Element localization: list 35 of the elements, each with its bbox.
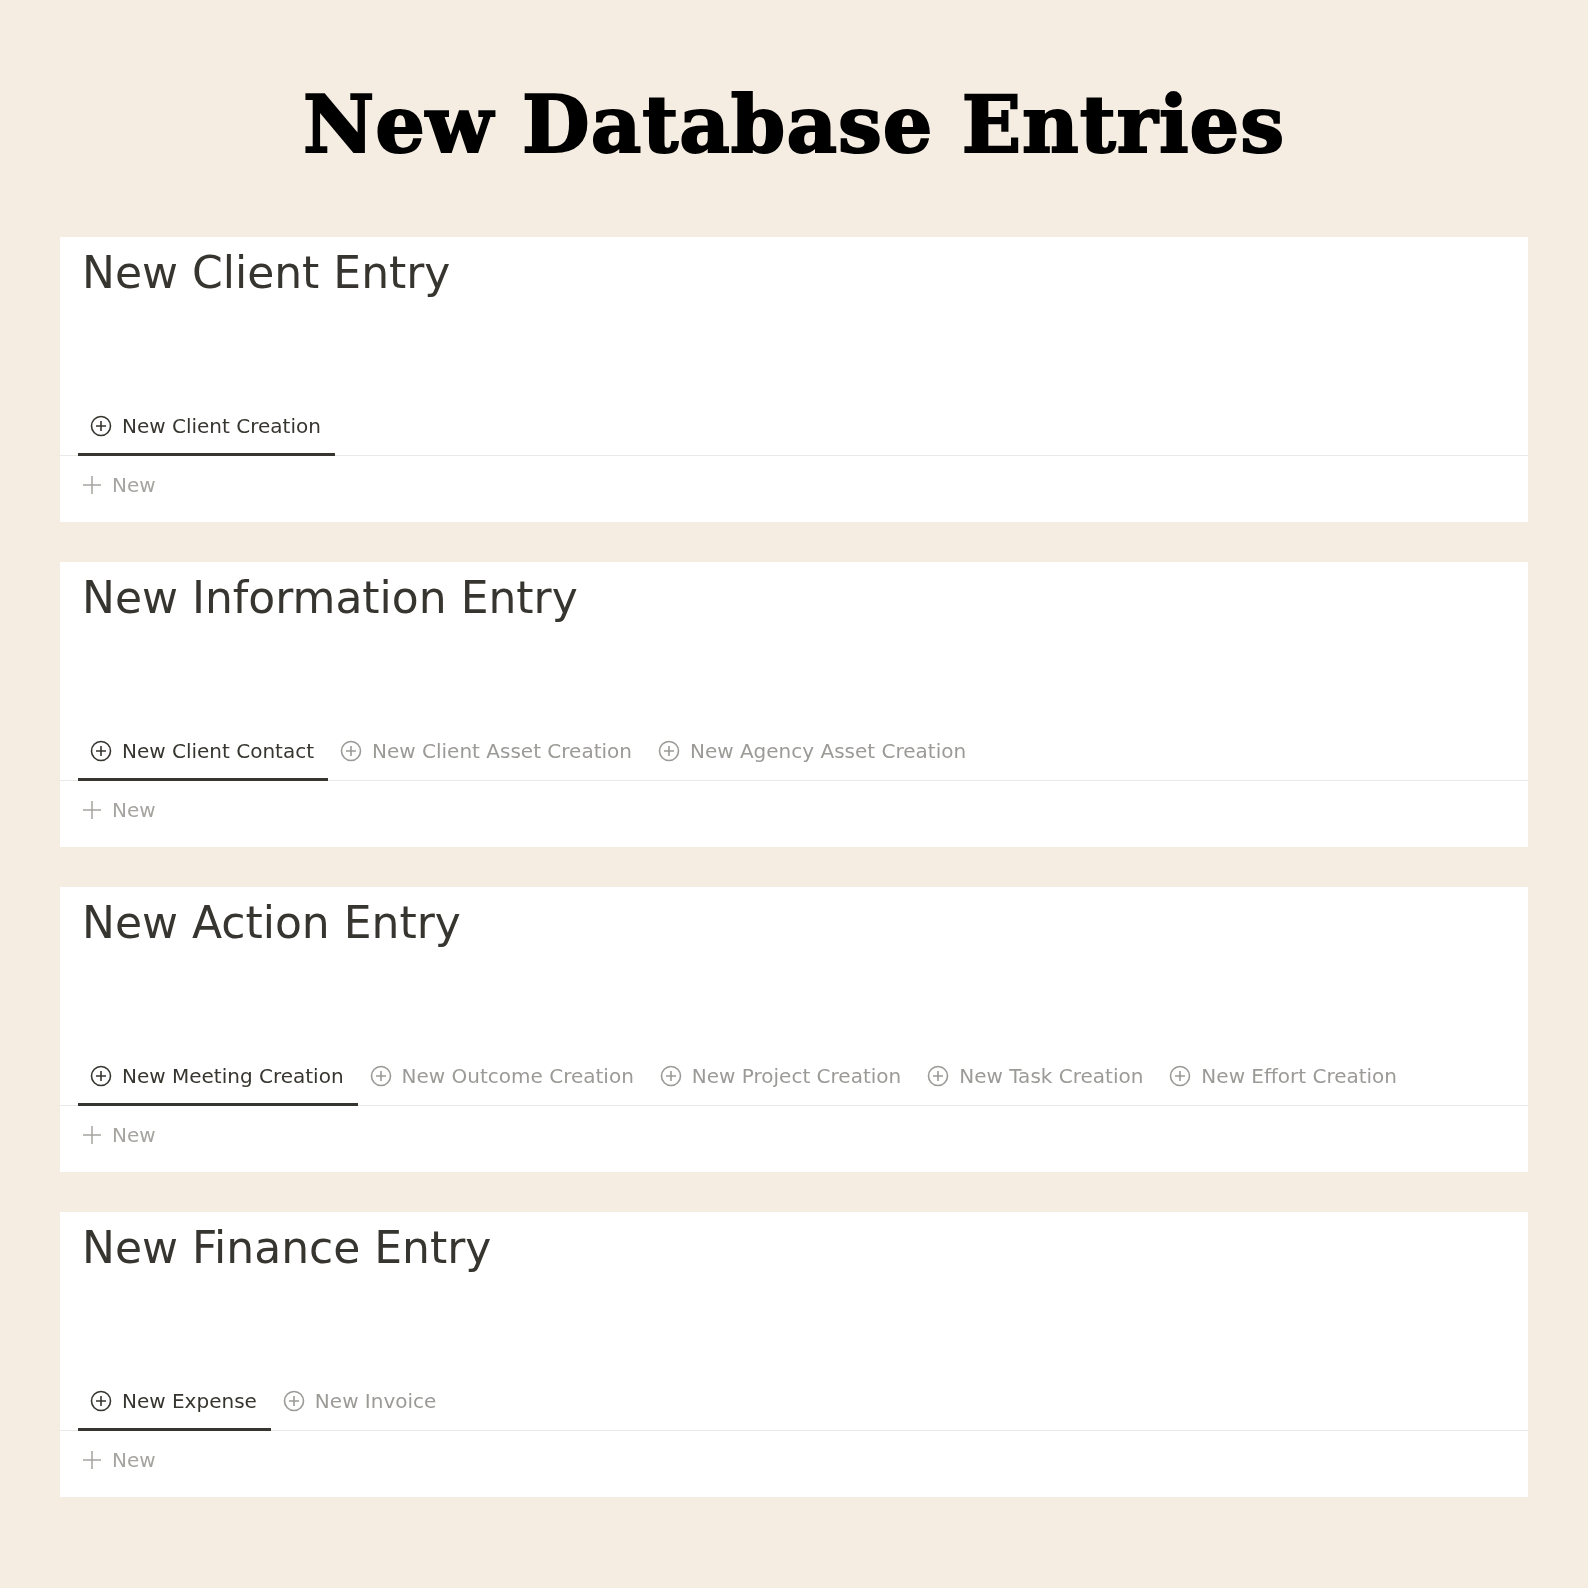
view-tab[interactable]: New Expense (78, 1376, 271, 1431)
new-button[interactable]: New (82, 1106, 156, 1172)
new-button[interactable]: New (82, 781, 156, 847)
view-tab[interactable]: New Effort Creation (1157, 1051, 1412, 1106)
plus-circle-icon (90, 740, 112, 762)
plus-icon (82, 1450, 102, 1470)
view-tab[interactable]: New Client Creation (78, 401, 335, 456)
plus-icon (82, 800, 102, 820)
plus-circle-icon (340, 740, 363, 762)
view-tab[interactable]: New Outcome Creation (357, 1051, 648, 1106)
view-tab[interactable]: New Invoice (270, 1376, 451, 1431)
section-title: New Client Entry (82, 247, 452, 300)
new-button[interactable]: New (82, 1431, 156, 1497)
plus-circle-icon (657, 740, 680, 762)
section-title: New Information Entry (82, 572, 579, 625)
section-title: New Finance Entry (82, 1222, 493, 1275)
plus-circle-icon (927, 1065, 950, 1087)
view-tab[interactable]: New Project Creation (647, 1051, 916, 1106)
plus-circle-icon (282, 1390, 305, 1412)
page-title: New Database Entries (301, 78, 1287, 172)
section-title: New Action Entry (82, 897, 462, 950)
view-tab[interactable]: New Agency Asset Creation (645, 726, 981, 781)
new-button[interactable]: New (82, 456, 156, 522)
view-tab[interactable]: New Client Asset Creation (328, 726, 646, 781)
view-tab[interactable]: New Meeting Creation (78, 1051, 358, 1106)
view-tab[interactable]: New Client Contact (78, 726, 329, 781)
view-tab[interactable]: New Task Creation (915, 1051, 1158, 1106)
plus-circle-icon (1169, 1065, 1192, 1087)
plus-circle-icon (90, 1390, 112, 1412)
plus-icon (82, 475, 102, 495)
plus-circle-icon (90, 415, 112, 437)
plus-circle-icon (369, 1065, 392, 1087)
plus-circle-icon (659, 1065, 682, 1087)
plus-icon (82, 1125, 102, 1145)
plus-circle-icon (90, 1065, 112, 1087)
